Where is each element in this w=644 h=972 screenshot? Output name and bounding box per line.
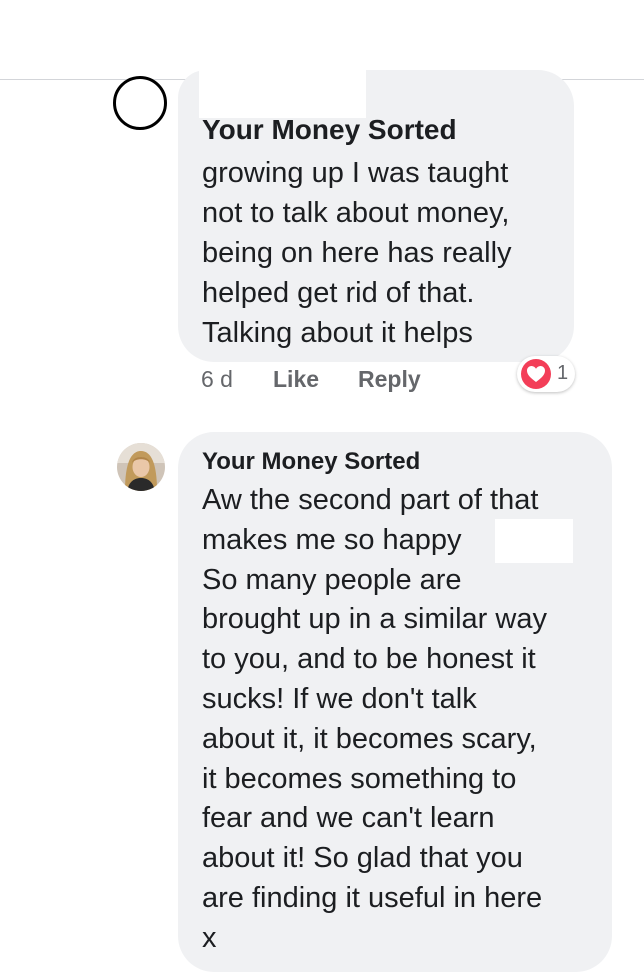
- avatar[interactable]: [117, 443, 165, 491]
- heart-icon: [521, 359, 551, 389]
- comment-timestamp[interactable]: 6 d: [201, 366, 233, 393]
- reaction-count: 1: [557, 362, 569, 384]
- redacted-block: [199, 66, 366, 118]
- reaction-summary[interactable]: 1: [517, 356, 575, 392]
- avatar-placeholder[interactable]: [113, 76, 167, 130]
- comment-text: Aw the second part of that makes me so h…: [202, 484, 547, 954]
- reply-button[interactable]: Reply: [358, 366, 421, 393]
- comment-author[interactable]: Your Money Sorted: [202, 448, 420, 476]
- like-button[interactable]: Like: [273, 366, 319, 393]
- comment-text: growing up I was taught not to talk abou…: [202, 157, 512, 349]
- comment-author[interactable]: Your Money Sorted: [202, 114, 457, 146]
